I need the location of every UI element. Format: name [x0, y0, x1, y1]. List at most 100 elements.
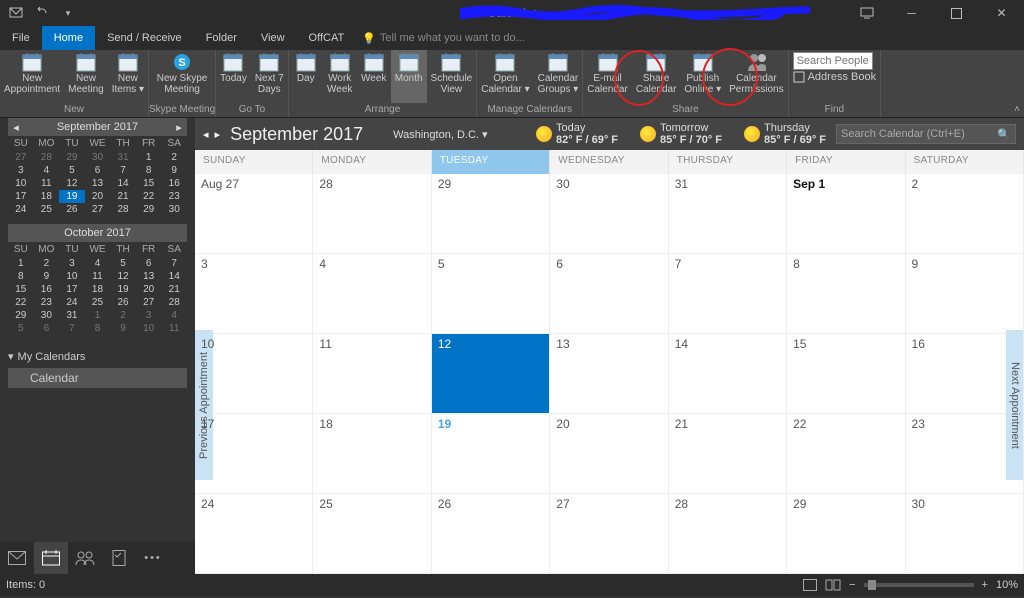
- weather-location[interactable]: Washington, D.C. ▾: [393, 128, 487, 141]
- mini-day[interactable]: 29: [8, 309, 34, 322]
- calendar-cell[interactable]: 4: [313, 254, 431, 333]
- mini-day[interactable]: 6: [136, 257, 162, 270]
- mini-day[interactable]: 29: [59, 151, 85, 164]
- calendar-cell[interactable]: 3: [195, 254, 313, 333]
- rb-new-skype-meeting[interactable]: SNew Skype Meeting: [153, 50, 212, 103]
- mini-day[interactable]: 12: [59, 177, 85, 190]
- rb-next-days[interactable]: Next 7 Days: [251, 50, 288, 103]
- calendar-cell[interactable]: 28: [313, 174, 431, 253]
- mini-day[interactable]: 1: [85, 309, 111, 322]
- mini-day[interactable]: 18: [85, 283, 111, 296]
- mini-day[interactable]: 13: [85, 177, 111, 190]
- mini-day[interactable]: 27: [85, 203, 111, 216]
- rb-day[interactable]: Day: [289, 50, 323, 103]
- mini-day[interactable]: 31: [110, 151, 136, 164]
- mini-day[interactable]: 3: [136, 309, 162, 322]
- calendar-cell[interactable]: 19: [432, 414, 550, 493]
- weather-thursday[interactable]: Thursday85° F / 69° F: [744, 122, 826, 146]
- calendar-cell[interactable]: 14: [669, 334, 787, 413]
- mini-day[interactable]: 19: [59, 190, 85, 203]
- minimize-button[interactable]: ─: [889, 0, 934, 26]
- calendar-cell[interactable]: Sep 1: [787, 174, 905, 253]
- mini-day[interactable]: 30: [161, 203, 187, 216]
- rb-month[interactable]: Month: [391, 50, 427, 103]
- mini-day[interactable]: 8: [8, 270, 34, 283]
- rb-week[interactable]: Week: [357, 50, 391, 103]
- mini-day[interactable]: 28: [110, 203, 136, 216]
- mini-day[interactable]: 14: [110, 177, 136, 190]
- mini-day[interactable]: 6: [34, 322, 60, 335]
- ribbon-display-options-icon[interactable]: [844, 0, 889, 26]
- ribbon-tab-folder[interactable]: Folder: [194, 26, 249, 50]
- mini-day[interactable]: 2: [110, 309, 136, 322]
- mini-day[interactable]: 7: [59, 322, 85, 335]
- mini-day[interactable]: 10: [8, 177, 34, 190]
- mini-day[interactable]: 24: [59, 296, 85, 309]
- mini-day[interactable]: 8: [85, 322, 111, 335]
- mini-day[interactable]: 22: [8, 296, 34, 309]
- rb-work-week[interactable]: Work Week: [323, 50, 357, 103]
- calendar-cell[interactable]: 18: [313, 414, 431, 493]
- zoom-slider[interactable]: [864, 583, 974, 587]
- mini-day[interactable]: 12: [110, 270, 136, 283]
- tellme-input[interactable]: Tell me what you want to do...: [380, 32, 525, 44]
- mini-day[interactable]: 31: [59, 309, 85, 322]
- view-normal-icon[interactable]: [803, 579, 817, 591]
- calendar-cell[interactable]: 16: [906, 334, 1024, 413]
- mini-day[interactable]: 4: [34, 164, 60, 177]
- mini-day[interactable]: 1: [136, 151, 162, 164]
- calendar-cell[interactable]: 31: [669, 174, 787, 253]
- mini-day[interactable]: 17: [8, 190, 34, 203]
- mini-day[interactable]: 5: [59, 164, 85, 177]
- nav-tasks-icon[interactable]: [102, 542, 136, 574]
- weather-tomorrow[interactable]: Tomorrow85° F / 70° F: [640, 122, 722, 146]
- calendar-cell[interactable]: 26: [432, 494, 550, 573]
- mini-day[interactable]: 5: [110, 257, 136, 270]
- address-book-button[interactable]: Address Book: [793, 71, 876, 83]
- calendar-cell[interactable]: 21: [669, 414, 787, 493]
- mini-day[interactable]: 8: [136, 164, 162, 177]
- mini-day[interactable]: 10: [59, 270, 85, 283]
- mini-day[interactable]: 23: [161, 190, 187, 203]
- ribbon-tab-send-receive[interactable]: Send / Receive: [95, 26, 194, 50]
- calendar-cell[interactable]: 30: [550, 174, 668, 253]
- mini-day[interactable]: 21: [161, 283, 187, 296]
- ribbon-tab-view[interactable]: View: [249, 26, 297, 50]
- my-calendars-header[interactable]: ▾My Calendars: [8, 347, 187, 366]
- ribbon-tab-home[interactable]: Home: [42, 26, 95, 50]
- rb-new-meeting[interactable]: New Meeting: [64, 50, 108, 103]
- mini-day[interactable]: 20: [85, 190, 111, 203]
- rb-publish-online-[interactable]: Publish Online ▾: [680, 50, 725, 103]
- mini-day[interactable]: 26: [59, 203, 85, 216]
- month-next[interactable]: ▸: [215, 128, 221, 141]
- calendar-cell[interactable]: Aug 27: [195, 174, 313, 253]
- calendar-cell[interactable]: 13: [550, 334, 668, 413]
- mini-day[interactable]: 1: [8, 257, 34, 270]
- mini-day[interactable]: 15: [8, 283, 34, 296]
- mini-day[interactable]: 30: [34, 309, 60, 322]
- rb-calendar-groups-[interactable]: Calendar Groups ▾: [534, 50, 583, 103]
- calendar-cell[interactable]: 9: [906, 254, 1024, 333]
- calendar-cell[interactable]: 24: [195, 494, 313, 573]
- calendar-cell[interactable]: 12: [432, 334, 550, 413]
- mini-day[interactable]: 5: [8, 322, 34, 335]
- mini-day[interactable]: 27: [136, 296, 162, 309]
- mini-day[interactable]: 4: [161, 309, 187, 322]
- mini-day[interactable]: 16: [161, 177, 187, 190]
- mini-day[interactable]: 21: [110, 190, 136, 203]
- mini-day[interactable]: 25: [85, 296, 111, 309]
- mini-day[interactable]: 9: [110, 322, 136, 335]
- search-people-input[interactable]: [793, 52, 873, 70]
- calendar-cell[interactable]: 7: [669, 254, 787, 333]
- mini-day[interactable]: 9: [161, 164, 187, 177]
- mini-day[interactable]: 24: [8, 203, 34, 216]
- mini-day[interactable]: 15: [136, 177, 162, 190]
- rb-share-calendar[interactable]: Share Calendar: [632, 50, 681, 103]
- calendar-cell[interactable]: 30: [906, 494, 1024, 573]
- calendar-cell[interactable]: 2: [906, 174, 1024, 253]
- mini-day[interactable]: 28: [34, 151, 60, 164]
- mini-day[interactable]: 29: [136, 203, 162, 216]
- nav-more-icon[interactable]: •••: [136, 542, 170, 574]
- mini-day[interactable]: 10: [136, 322, 162, 335]
- rb-open-calendar-[interactable]: Open Calendar ▾: [477, 50, 533, 103]
